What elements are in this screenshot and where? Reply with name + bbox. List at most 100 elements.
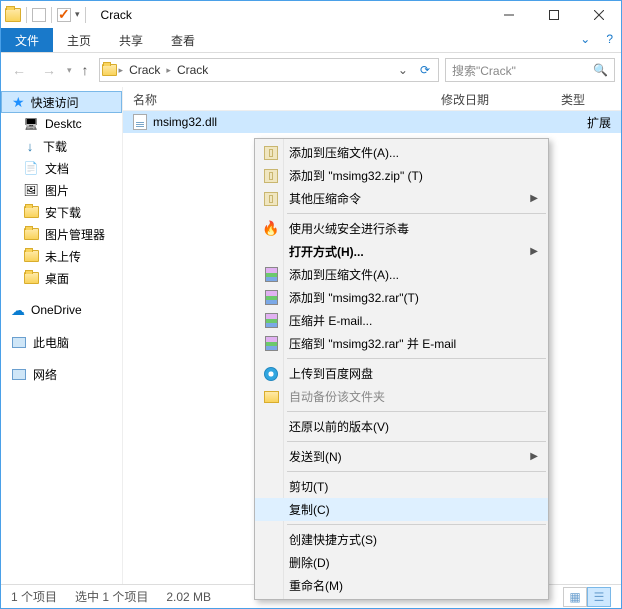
- menu-baidu-upload[interactable]: 上传到百度网盘: [255, 362, 548, 385]
- menu-rar-add[interactable]: 添加到压缩文件(A)...: [255, 263, 548, 286]
- archive-icon: [264, 192, 278, 206]
- quick-access-toolbar: ▾: [1, 7, 93, 23]
- menu-huorong-scan[interactable]: 🔥使用火绒安全进行杀毒: [255, 217, 548, 240]
- network-icon: [12, 369, 26, 380]
- sidebar-item-folder[interactable]: 图片管理器: [1, 223, 122, 245]
- qat-properties-icon[interactable]: [32, 8, 46, 22]
- chevron-right-icon[interactable]: ▸: [117, 65, 126, 76]
- view-details-button[interactable]: ☰: [587, 587, 611, 607]
- status-selected: 选中 1 个项目: [75, 588, 148, 605]
- pc-icon: [12, 337, 26, 348]
- menu-auto-backup[interactable]: 自动备份该文件夹: [255, 385, 548, 408]
- column-date[interactable]: 修改日期: [431, 87, 551, 110]
- sidebar-item-desktop[interactable]: 🖥Desktc: [1, 113, 122, 135]
- archive-icon: [264, 146, 278, 160]
- ribbon-share-tab[interactable]: 共享: [105, 28, 157, 52]
- ribbon-home-tab[interactable]: 主页: [53, 28, 105, 52]
- ribbon: 文件 主页 共享 查看 ⌄ ?: [1, 28, 621, 53]
- onedrive-icon: ☁: [11, 302, 25, 319]
- folder-icon: [24, 228, 39, 240]
- ribbon-file-tab[interactable]: 文件: [1, 28, 53, 52]
- sidebar-quick-access[interactable]: ★ 快速访问: [1, 91, 122, 113]
- folder-icon: [24, 206, 39, 218]
- sidebar-onedrive[interactable]: ☁OneDrive: [1, 299, 122, 321]
- pictures-icon: 🖼: [23, 182, 39, 198]
- chevron-right-icon[interactable]: ▸: [164, 65, 173, 76]
- menu-separator: [287, 441, 546, 442]
- ribbon-view-tab[interactable]: 查看: [157, 28, 209, 52]
- menu-rar-email-named[interactable]: 压缩到 "msimg32.rar" 并 E-mail: [255, 332, 548, 355]
- menu-restore-version[interactable]: 还原以前的版本(V): [255, 415, 548, 438]
- submenu-arrow-icon: ▶: [530, 193, 538, 204]
- view-large-icons-button[interactable]: ▦: [563, 587, 587, 607]
- breadcrumb[interactable]: Crack: [125, 63, 164, 77]
- window-title: Crack: [101, 8, 132, 22]
- sidebar-item-folder[interactable]: 安下载: [1, 201, 122, 223]
- qat-checked-icon[interactable]: [57, 8, 71, 22]
- column-type[interactable]: 类型: [551, 87, 621, 110]
- menu-rar-email[interactable]: 压缩并 E-mail...: [255, 309, 548, 332]
- download-icon: [23, 139, 37, 153]
- separator: [26, 7, 27, 23]
- navigation-row: ← → ▾ ↑ ▸ Crack ▸ Crack ⌄ ⟳ 搜索"Crack" 🔍: [1, 53, 621, 87]
- breadcrumb[interactable]: Crack: [173, 63, 212, 77]
- sidebar-item-downloads[interactable]: 下载: [1, 135, 122, 157]
- nav-forward-button[interactable]: →: [37, 58, 61, 82]
- maximize-button[interactable]: [531, 1, 576, 28]
- folder-icon: [24, 250, 39, 262]
- address-dropdown-icon[interactable]: ⌄: [392, 63, 414, 77]
- sidebar-thispc[interactable]: 此电脑: [1, 331, 122, 353]
- minimize-button[interactable]: [486, 1, 531, 28]
- baidu-disk-icon: [264, 367, 278, 381]
- search-input[interactable]: 搜索"Crack" 🔍: [445, 58, 615, 82]
- column-name[interactable]: 名称: [123, 87, 431, 110]
- separator: [51, 7, 52, 23]
- address-bar[interactable]: ▸ Crack ▸ Crack ⌄ ⟳: [99, 58, 439, 82]
- menu-delete[interactable]: 删除(D): [255, 551, 548, 574]
- sidebar-item-folder[interactable]: 桌面: [1, 267, 122, 289]
- expand-ribbon-icon[interactable]: ⌄: [572, 28, 598, 52]
- rar-icon: [265, 313, 278, 328]
- address-folder-icon: [102, 64, 117, 76]
- menu-add-zip[interactable]: 添加到 "msimg32.zip" (T): [255, 164, 548, 187]
- menu-rar-add-named[interactable]: 添加到 "msimg32.rar"(T): [255, 286, 548, 309]
- menu-rename[interactable]: 重命名(M): [255, 574, 548, 597]
- app-folder-icon: [5, 8, 21, 22]
- status-item-count: 1 个项目: [11, 588, 57, 605]
- column-headers: 名称 修改日期 类型: [123, 87, 621, 111]
- nav-history-dropdown[interactable]: ▾: [67, 65, 72, 76]
- status-size: 2.02 MB: [166, 590, 211, 604]
- file-row-selected[interactable]: msimg32.dll 扩展: [123, 111, 621, 133]
- sidebar: ★ 快速访问 🖥Desktc 下载 📄文档 🖼图片 安下载 图片管理器 未上传 …: [1, 87, 123, 584]
- sidebar-item-documents[interactable]: 📄文档: [1, 157, 122, 179]
- menu-other-compress[interactable]: 其他压缩命令▶: [255, 187, 548, 210]
- file-type-extra: 扩展: [587, 114, 621, 131]
- menu-send-to[interactable]: 发送到(N)▶: [255, 445, 548, 468]
- file-name: msimg32.dll: [153, 115, 217, 129]
- menu-add-archive[interactable]: 添加到压缩文件(A)...: [255, 141, 548, 164]
- folder-icon: [264, 391, 279, 403]
- star-icon: ★: [12, 94, 25, 111]
- help-icon[interactable]: ?: [598, 28, 621, 52]
- separator: [85, 7, 86, 23]
- sidebar-network[interactable]: 网络: [1, 363, 122, 385]
- close-button[interactable]: [576, 1, 621, 28]
- sidebar-item-pictures[interactable]: 🖼图片: [1, 179, 122, 201]
- nav-up-button[interactable]: ↑: [78, 62, 93, 78]
- menu-separator: [287, 524, 546, 525]
- search-placeholder: 搜索"Crack": [452, 62, 516, 79]
- sidebar-item-folder[interactable]: 未上传: [1, 245, 122, 267]
- archive-icon: [264, 169, 278, 183]
- nav-back-button[interactable]: ←: [7, 58, 31, 82]
- folder-icon: [24, 272, 39, 284]
- menu-separator: [287, 411, 546, 412]
- rar-icon: [265, 290, 278, 305]
- qat-dropdown-icon[interactable]: ▾: [75, 9, 80, 20]
- menu-copy[interactable]: 复制(C): [255, 498, 548, 521]
- menu-create-shortcut[interactable]: 创建快捷方式(S): [255, 528, 548, 551]
- menu-cut[interactable]: 剪切(T): [255, 475, 548, 498]
- submenu-arrow-icon: ▶: [530, 246, 538, 257]
- menu-separator: [287, 358, 546, 359]
- refresh-icon[interactable]: ⟳: [414, 63, 436, 77]
- menu-open-with[interactable]: 打开方式(H)...▶: [255, 240, 548, 263]
